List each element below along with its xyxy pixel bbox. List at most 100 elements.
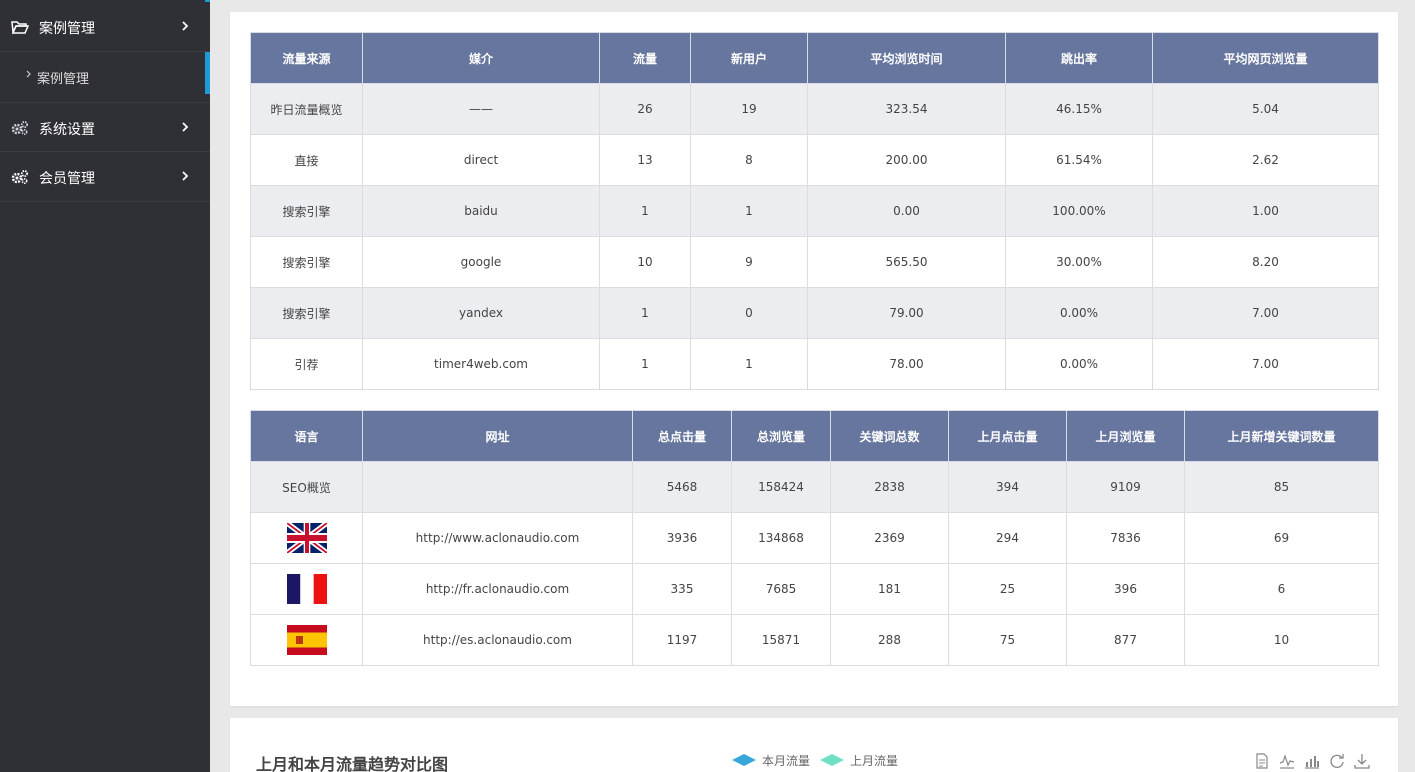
column-header: 上月点击量 <box>948 410 1067 462</box>
table-cell: 3936 <box>632 512 732 564</box>
url-link[interactable]: http://www.aclonaudio.com <box>362 512 633 564</box>
sidebar-subitem-case-management[interactable]: 案例管理 <box>0 52 205 94</box>
sidebar-subitem-label: 案例管理 <box>37 72 90 87</box>
table-cell: 搜索引擎 <box>250 236 363 288</box>
table-cell: 25 <box>948 563 1067 615</box>
table-cell: 2.62 <box>1152 134 1379 186</box>
table-cell: 1 <box>599 287 691 339</box>
table-cell: 昨日流量概览 <box>250 83 363 135</box>
table-cell: 158424 <box>731 461 831 513</box>
table-cell: 565.50 <box>807 236 1006 288</box>
table-cell <box>362 461 633 513</box>
column-header: 流量 <box>599 32 691 84</box>
legend-diamond-icon <box>820 754 844 766</box>
legend-label: 本月流量 <box>762 753 811 768</box>
table-cell: 0.00% <box>1005 287 1153 339</box>
table-row: 引荐 timer4web.com 1 1 78.00 0.00% 7.00 <box>250 338 1379 390</box>
legend-item-this-month[interactable]: 本月流量 <box>732 753 811 768</box>
table-cell: direct <box>362 134 600 186</box>
seo-table: 语言 网址 总点击量 总浏览量 关键词总数 上月点击量 上月浏览量 上月新增关键… <box>250 410 1379 666</box>
column-header: 流量来源 <box>250 32 363 84</box>
table-cell: 134868 <box>731 512 831 564</box>
table-cell: 6 <box>1184 563 1379 615</box>
line-chart-icon[interactable] <box>1279 753 1295 769</box>
table-cell: SEO概览 <box>250 461 363 513</box>
table-row: 直接 direct 13 8 200.00 61.54% 2.62 <box>250 134 1379 186</box>
bar-chart-icon[interactable] <box>1304 753 1320 769</box>
table-cell: 7.00 <box>1152 338 1379 390</box>
column-header: 总点击量 <box>632 410 732 462</box>
legend-item-last-month[interactable]: 上月流量 <box>820 753 898 768</box>
table-cell: 181 <box>830 563 949 615</box>
table-cell: 78.00 <box>807 338 1006 390</box>
table-cell: 10 <box>599 236 691 288</box>
sidebar-item-system-settings[interactable]: 系统设置 <box>0 102 210 152</box>
table-cell: 61.54% <box>1005 134 1153 186</box>
traffic-table: 流量来源 媒介 流量 新用户 平均浏览时间 跳出率 平均网页浏览量 昨日流量概览… <box>250 32 1379 390</box>
chevron-right-icon <box>182 171 189 181</box>
table-cell: —— <box>362 83 600 135</box>
table-cell: 323.54 <box>807 83 1006 135</box>
table-cell: 5468 <box>632 461 732 513</box>
table-cell: 30.00% <box>1005 236 1153 288</box>
sidebar-item-label: 系统设置 <box>39 122 95 138</box>
table-cell: 335 <box>632 563 732 615</box>
table-cell: baidu <box>362 185 600 237</box>
table-row: 昨日流量概览 —— 26 19 323.54 46.15% 5.04 <box>250 83 1379 135</box>
table-cell: 引荐 <box>250 338 363 390</box>
sidebar-item-case-management[interactable]: 案例管理 <box>0 2 210 52</box>
table-cell: 69 <box>1184 512 1379 564</box>
column-header: 关键词总数 <box>830 410 949 462</box>
table-cell: 1 <box>599 338 691 390</box>
column-header: 语言 <box>250 410 363 462</box>
table-row: http://www.aclonaudio.com 3936 134868 23… <box>250 512 1379 564</box>
table-cell: 1.00 <box>1152 185 1379 237</box>
column-header: 跳出率 <box>1005 32 1153 84</box>
table-cell: 15871 <box>731 614 831 666</box>
trend-chart-panel: 上月和本月流量趋势对比图 本月流量 上月流量 <box>230 718 1398 772</box>
chart-title: 上月和本月流量趋势对比图 <box>256 755 449 772</box>
table-cell <box>250 563 363 615</box>
sidebar: 案例管理 案例管理 系统设置 会员管理 <box>0 0 210 772</box>
table-cell: 搜索引擎 <box>250 185 363 237</box>
table-cell: 200.00 <box>807 134 1006 186</box>
table-cell: 1 <box>599 185 691 237</box>
table-cell: 5.04 <box>1152 83 1379 135</box>
data-view-icon[interactable] <box>1254 753 1270 769</box>
url-link[interactable]: http://fr.aclonaudio.com <box>362 563 633 615</box>
restore-icon[interactable] <box>1329 753 1345 769</box>
column-header: 新用户 <box>690 32 808 84</box>
table-row: 搜索引擎 google 10 9 565.50 30.00% 8.20 <box>250 236 1379 288</box>
table-cell: 8 <box>690 134 808 186</box>
sidebar-item-member-management[interactable]: 会员管理 <box>0 152 210 202</box>
table-cell: 100.00% <box>1005 185 1153 237</box>
table-cell: 1 <box>690 185 808 237</box>
table-cell: 10 <box>1184 614 1379 666</box>
column-header: 总浏览量 <box>731 410 831 462</box>
stats-panel: 流量来源 媒介 流量 新用户 平均浏览时间 跳出率 平均网页浏览量 昨日流量概览… <box>230 12 1398 706</box>
column-header: 平均网页浏览量 <box>1152 32 1379 84</box>
save-image-icon[interactable] <box>1354 753 1370 769</box>
table-cell: 7.00 <box>1152 287 1379 339</box>
table-cell: 1 <box>690 338 808 390</box>
table-cell: 8.20 <box>1152 236 1379 288</box>
table-cell: 394 <box>948 461 1067 513</box>
table-cell: 7685 <box>731 563 831 615</box>
sidebar-item-label: 案例管理 <box>39 21 95 37</box>
chevron-right-icon <box>182 21 189 31</box>
table-cell: 9109 <box>1066 461 1185 513</box>
table-cell: google <box>362 236 600 288</box>
table-cell: 79.00 <box>807 287 1006 339</box>
seo-summary-row: SEO概览 5468 158424 2838 394 9109 85 <box>250 461 1379 513</box>
table-cell: yandex <box>362 287 600 339</box>
folder-open-icon <box>11 21 29 35</box>
table-cell: 0.00% <box>1005 338 1153 390</box>
table-cell: 877 <box>1066 614 1185 666</box>
table-cell: 0 <box>690 287 808 339</box>
gears-icon <box>11 170 28 185</box>
sidebar-item-label: 会员管理 <box>39 171 95 187</box>
url-link[interactable]: http://es.aclonaudio.com <box>362 614 633 666</box>
table-cell: timer4web.com <box>362 338 600 390</box>
table-header-row: 语言 网址 总点击量 总浏览量 关键词总数 上月点击量 上月浏览量 上月新增关键… <box>250 410 1379 462</box>
table-cell: 396 <box>1066 563 1185 615</box>
